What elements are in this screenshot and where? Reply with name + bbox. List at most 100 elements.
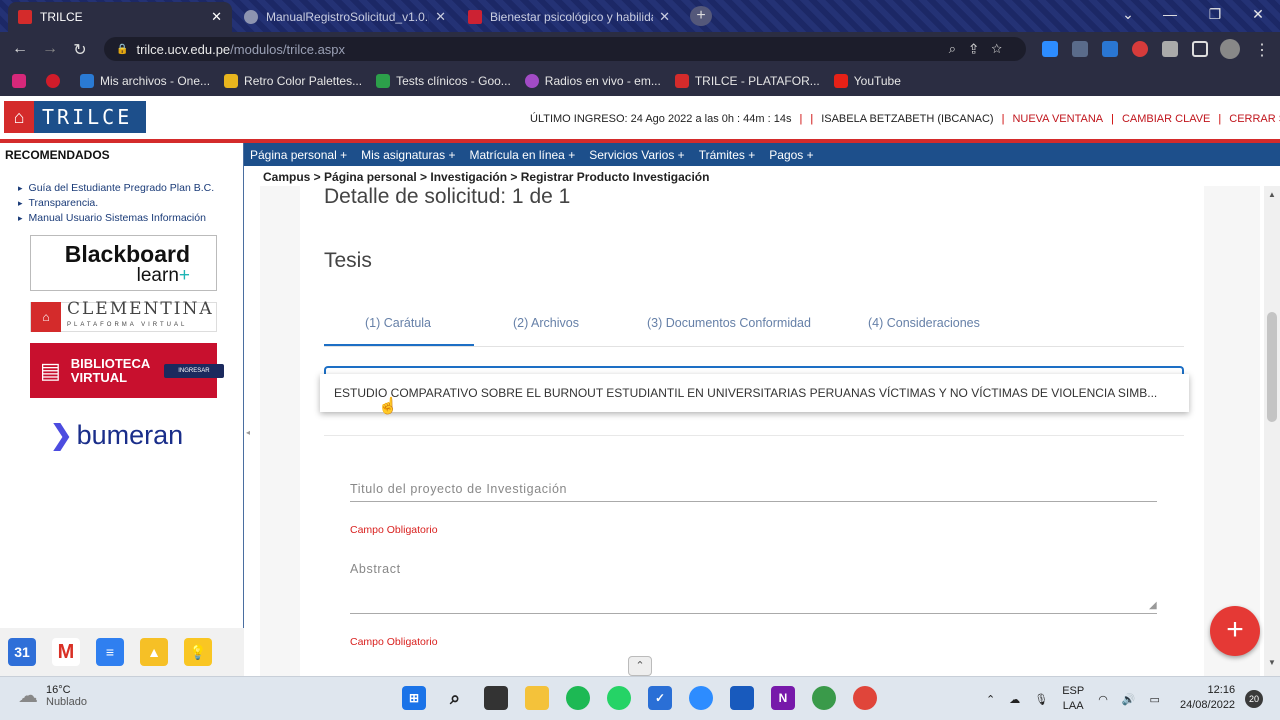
scroll-up-icon[interactable]: ⌃ — [628, 656, 652, 676]
scroll-down-arrow-icon[interactable]: ▼ — [1268, 658, 1276, 667]
tab-bienestar[interactable]: Bienestar psicológico y habilida ✕ — [458, 2, 680, 32]
back-icon[interactable]: ← — [10, 40, 30, 58]
chevron-down-icon[interactable]: ⌄ — [1118, 6, 1138, 23]
biblioteca-line1: BIBLIOTECA — [70, 355, 151, 371]
chevron-up-icon[interactable]: ⌃ — [986, 693, 995, 706]
windows-start-icon[interactable]: ⊞ — [402, 686, 426, 710]
weather-widget[interactable]: ☁ 16°C Nublado — [18, 683, 87, 708]
tab-trilce[interactable]: TRILCE ✕ — [8, 2, 232, 32]
collapse-sidebar-icon[interactable]: ◂ — [246, 428, 250, 437]
whatsapp-icon[interactable] — [607, 686, 631, 710]
scroll-up-arrow-icon[interactable]: ▲ — [1268, 190, 1276, 199]
bookmark-radios[interactable]: Radios en vivo - em... — [524, 74, 661, 88]
restore-icon[interactable]: ❐ — [1205, 6, 1225, 23]
gmail-icon[interactable]: M — [52, 638, 80, 666]
abp-extension-icon[interactable] — [1132, 41, 1148, 57]
google-docs-icon[interactable]: ≡ — [96, 638, 124, 666]
bumeran-banner[interactable]: ❯ bumeran — [50, 420, 183, 451]
title-field-label[interactable]: Titulo del proyecto de Investigación — [350, 482, 567, 496]
onenote-icon[interactable]: N — [771, 686, 795, 710]
task-view-icon[interactable] — [484, 686, 508, 710]
wifi-icon[interactable]: ◠ — [1098, 693, 1108, 706]
tab-documentos-conformidad[interactable]: (3) Documentos Conformidad — [647, 316, 811, 330]
tab-manual-pdf[interactable]: ManualRegistroSolicitud_v1.0.pdf ✕ — [234, 2, 456, 32]
search-icon[interactable]: ⌕ — [443, 686, 467, 710]
close-tab-icon[interactable]: ✕ — [659, 9, 670, 25]
notification-badge[interactable]: 20 — [1245, 690, 1263, 708]
tab-caratula[interactable]: (1) Carátula — [365, 316, 431, 330]
cap-extension-icon[interactable] — [1102, 41, 1118, 57]
file-explorer-icon[interactable] — [525, 686, 549, 710]
add-fab-button[interactable]: + — [1210, 606, 1260, 656]
pinterest-bookmark-icon[interactable] — [46, 74, 66, 88]
change-password-link[interactable]: CAMBIAR CLAVE — [1122, 113, 1210, 125]
battery-icon[interactable]: ▭ — [1150, 693, 1160, 706]
microphone-icon[interactable]: 🎙 — [1034, 693, 1048, 706]
biblioteca-banner[interactable]: ▤ BIBLIOTECA VIRTUAL INGRESAR — [30, 343, 224, 398]
onedrive-icon[interactable]: ☁ — [1009, 693, 1020, 706]
reload-icon[interactable]: ↻ — [70, 40, 90, 60]
new-tab-button[interactable]: + — [690, 6, 712, 26]
tab-consideraciones[interactable]: (4) Consideraciones — [868, 316, 980, 330]
menu-tramites[interactable]: Trámites + — [699, 148, 756, 162]
dropdown-option-text: ESTUDIO COMPARATIVO SOBRE EL BURNOUT EST… — [334, 386, 1158, 400]
chrome-icon[interactable] — [853, 686, 877, 710]
menu-servicios-varios[interactable]: Servicios Varios + — [589, 148, 684, 162]
blackboard-banner[interactable]: Blackboard learn+ — [30, 235, 217, 291]
logout-link[interactable]: CERRAR SESIÓN — [1229, 113, 1280, 125]
language-indicator[interactable]: ESP LAA — [1062, 684, 1084, 714]
clementina-banner[interactable]: ⌂ CLEMENTINA PLATAFORMA VIRTUAL — [30, 301, 217, 332]
forward-icon[interactable]: → — [40, 40, 60, 58]
bookmark-label: Retro Color Palettes... — [244, 74, 363, 88]
zoom-extension-icon[interactable] — [1042, 41, 1058, 57]
clementina-subtitle: PLATAFORMA VIRTUAL — [67, 322, 188, 328]
project-dropdown-option[interactable]: ESTUDIO COMPARATIVO SOBRE EL BURNOUT EST… — [320, 374, 1189, 412]
menu-pagina-personal[interactable]: Página personal + — [250, 148, 347, 162]
breadcrumb: Campus > Página personal > Investigación… — [263, 170, 710, 184]
scrollbar[interactable] — [1264, 186, 1280, 676]
bookmark-tests-clinicos[interactable]: Tests clínicos - Goo... — [376, 74, 511, 88]
bookmark-youtube[interactable]: YouTube — [833, 74, 901, 88]
ingresar-button[interactable]: INGRESAR — [164, 363, 224, 378]
google-keep-icon[interactable]: 💡 — [184, 638, 212, 666]
google-drive-icon[interactable]: ▲ — [140, 638, 168, 666]
todo-icon[interactable]: ✓ — [648, 686, 672, 710]
logo-text: TRILCE — [42, 105, 133, 129]
clock[interactable]: 12:16 24/08/2022 — [1180, 683, 1235, 713]
profile-avatar[interactable] — [1220, 39, 1240, 59]
bookmark-onedrive[interactable]: Mis archivos - One... — [80, 74, 210, 88]
bookmark-retro-color[interactable]: Retro Color Palettes... — [224, 74, 362, 88]
link-transparencia[interactable]: Transparencia. — [18, 196, 214, 211]
bookmark-trilce[interactable]: TRILCE - PLATAFOR... — [674, 74, 820, 88]
menu-kebab-icon[interactable]: ⋮ — [1252, 40, 1272, 60]
abstract-field-label[interactable]: Abstract — [350, 562, 401, 576]
bookmarks-bar: Mis archivos - One... Retro Color Palett… — [0, 66, 1280, 96]
volume-icon[interactable]: 🔊 — [1122, 693, 1136, 706]
link-guia-estudiante[interactable]: Guía del Estudiante Pregrado Plan B.C. — [18, 181, 215, 196]
scrollbar-thumb[interactable] — [1267, 312, 1277, 422]
s-extension-icon[interactable] — [1072, 41, 1088, 57]
instagram-bookmark-icon[interactable] — [12, 74, 32, 88]
spotify-icon[interactable] — [566, 686, 590, 710]
menu-mis-asignaturas[interactable]: Mis asignaturas + — [361, 148, 455, 162]
close-window-icon[interactable]: ✕ — [1248, 6, 1268, 23]
google-calendar-icon[interactable]: 31 — [8, 638, 36, 666]
resize-handle-icon[interactable]: ◢ — [1149, 600, 1157, 611]
sidepanel-icon[interactable] — [1192, 41, 1208, 57]
minimize-icon[interactable]: — — [1160, 6, 1180, 22]
puzzle-extension-icon[interactable] — [1162, 41, 1178, 57]
menu-matricula[interactable]: Matrícula en línea + — [469, 148, 575, 162]
close-tab-icon[interactable]: ✕ — [211, 9, 222, 25]
link-manual-usuario[interactable]: Manual Usuario Sistemas Información — [18, 211, 214, 226]
tab-archivos[interactable]: (2) Archivos — [513, 316, 579, 330]
word-icon[interactable] — [730, 686, 754, 710]
temperature: 16°C — [46, 683, 71, 696]
address-bar[interactable]: 🔒 trilce.ucv.edu.pe/modulos/trilce.aspx … — [104, 37, 1026, 61]
zoom-icon[interactable] — [689, 686, 713, 710]
trilce-logo[interactable]: ⌂ TRILCE — [4, 101, 146, 133]
close-tab-icon[interactable]: ✕ — [435, 9, 446, 25]
chrome-profile-icon[interactable] — [812, 686, 836, 710]
new-window-link[interactable]: NUEVA VENTANA — [1012, 113, 1103, 125]
menu-pagos[interactable]: Pagos + — [769, 148, 813, 162]
address-bar-actions-icons[interactable]: ⌕⇪☆ — [949, 41, 1016, 57]
